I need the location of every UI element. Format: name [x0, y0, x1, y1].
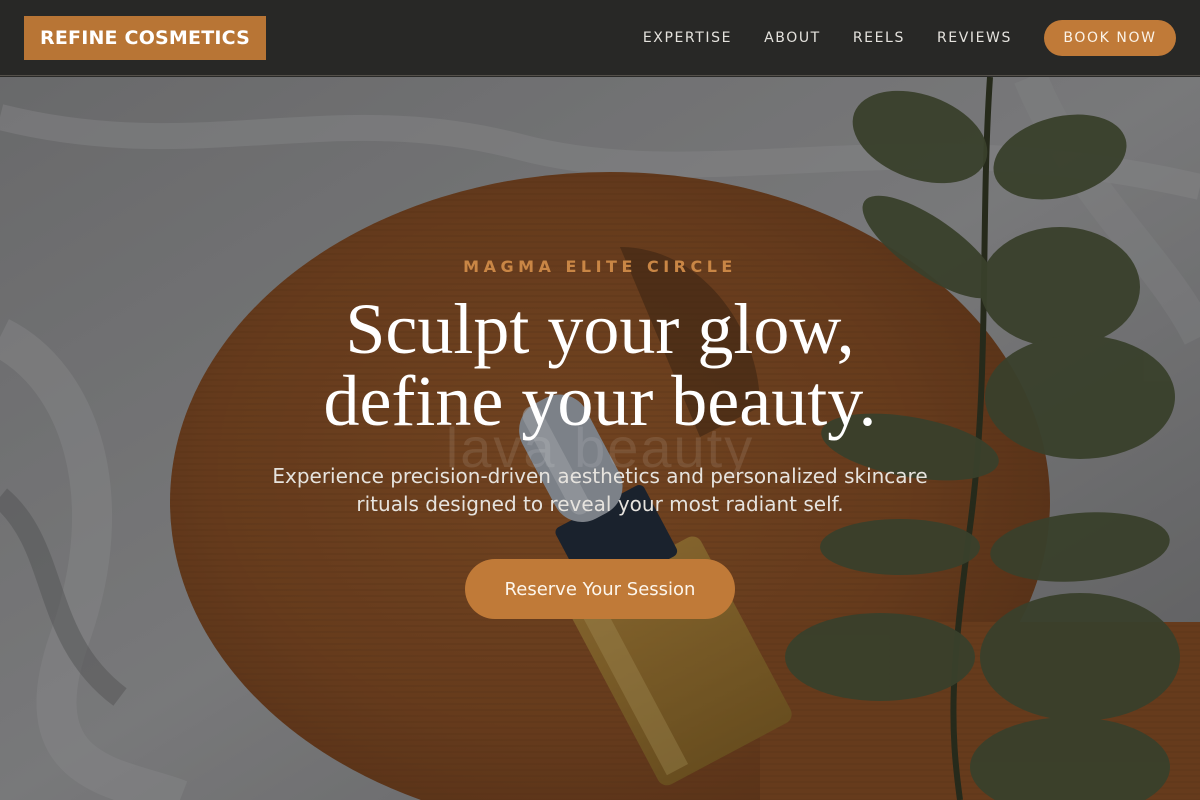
reserve-session-button[interactable]: Reserve Your Session: [465, 559, 735, 619]
book-now-button[interactable]: BOOK NOW: [1044, 19, 1176, 56]
hero-subtext: Experience precision-driven aesthetics a…: [272, 464, 928, 516]
brand-logo[interactable]: REFINE COSMETICS: [24, 15, 267, 60]
headline-line-2: define your beauty.: [323, 361, 877, 441]
main-nav: EXPERTISE ABOUT REELS REVIEWS BOOK NOW: [611, 19, 1176, 56]
nav-link-reels[interactable]: REELS: [853, 30, 905, 46]
hero-headline: Sculpt your glow, define your beauty.: [0, 293, 1200, 437]
headline-line-1: Sculpt your glow,: [345, 289, 855, 369]
nav-link-reviews[interactable]: REVIEWS: [937, 30, 1012, 46]
hero-section: lava beauty MAGMA ELITE CIRCLE Sculpt yo…: [0, 77, 1200, 800]
site-header: REFINE COSMETICS EXPERTISE ABOUT REELS R…: [0, 0, 1200, 76]
hero-kicker: MAGMA ELITE CIRCLE: [463, 257, 737, 276]
nav-link-expertise[interactable]: EXPERTISE: [643, 30, 732, 46]
nav-link-about[interactable]: ABOUT: [764, 30, 821, 46]
